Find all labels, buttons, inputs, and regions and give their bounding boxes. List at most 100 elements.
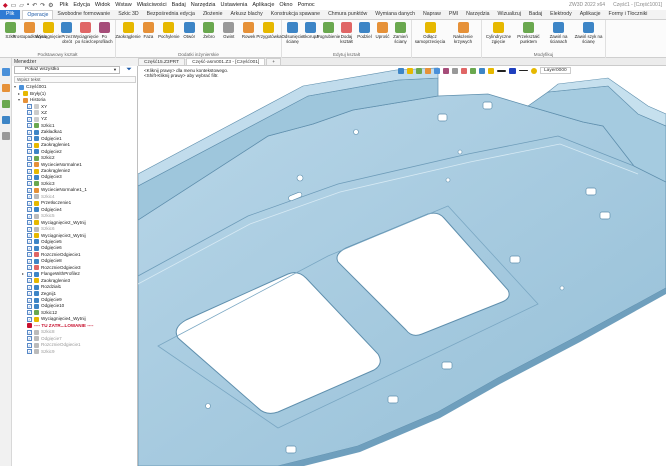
visibility-checkbox[interactable]: ✓ bbox=[27, 213, 32, 219]
expand-toggle-icon[interactable]: ▸ bbox=[18, 91, 22, 97]
view-fit-icon[interactable] bbox=[398, 67, 404, 74]
menu-item[interactable]: Badaj bbox=[172, 2, 186, 8]
ribbon-button[interactable]: Po profilach bbox=[96, 22, 113, 44]
tree-item[interactable]: ✓ Zaokrąglenie3 bbox=[14, 278, 70, 284]
visibility-checkbox[interactable]: ✓ bbox=[27, 303, 32, 309]
visibility-checkbox[interactable]: ✓ bbox=[27, 226, 32, 232]
visibility-checkbox[interactable]: ✓ bbox=[27, 187, 32, 193]
ribbon-tab[interactable]: Wizualizuj bbox=[494, 10, 525, 19]
view-grid-icon[interactable] bbox=[479, 67, 485, 74]
tree-item[interactable]: ✓ Przetłoczenie1 bbox=[14, 200, 71, 206]
tree-item[interactable]: ✓ Szkic4 bbox=[14, 194, 55, 200]
visibility-checkbox[interactable]: ✓ bbox=[27, 239, 32, 245]
ribbon-button[interactable]: Rowek bbox=[239, 22, 258, 39]
tree-item[interactable]: ✓ Odgięcie3 bbox=[14, 174, 62, 180]
ribbon-tab[interactable]: Badaj bbox=[525, 10, 546, 19]
visibility-checkbox[interactable]: ✓ bbox=[27, 316, 32, 322]
3d-viewport[interactable] bbox=[138, 66, 666, 466]
ribbon-tab[interactable]: PMI bbox=[445, 10, 462, 19]
expand-toggle-icon[interactable]: ▾ bbox=[14, 84, 18, 90]
view-section-icon[interactable] bbox=[443, 67, 449, 74]
color-swatch-icon[interactable] bbox=[509, 67, 516, 74]
view-snap-icon[interactable] bbox=[470, 67, 476, 74]
ribbon-button[interactable]: Zamień ściany bbox=[392, 22, 409, 44]
tree-item[interactable]: ✓ Odgięcie4 bbox=[14, 207, 62, 213]
visibility-checkbox[interactable]: ✓ bbox=[27, 310, 32, 316]
tree-item[interactable]: ✓ Odgięcie8 bbox=[14, 258, 62, 264]
tree-item[interactable]: ✓ Szkic6 bbox=[14, 226, 55, 232]
ribbon-button[interactable]: Zawiń na ścianach bbox=[544, 22, 573, 44]
visibility-checkbox[interactable]: ✓ bbox=[27, 336, 32, 342]
view-rotate-icon[interactable] bbox=[425, 67, 431, 74]
visibility-checkbox[interactable]: ✓ bbox=[27, 284, 32, 290]
tree-item[interactable]: ✓ Rozdział1 bbox=[14, 284, 61, 290]
visibility-checkbox[interactable]: ✓ bbox=[27, 168, 32, 174]
ribbon-button[interactable]: Zaokrąglenie bbox=[115, 22, 141, 39]
expand-toggle-icon[interactable]: ▾ bbox=[18, 97, 22, 103]
view-orient-icon[interactable] bbox=[407, 67, 413, 74]
tree-item[interactable]: ▸ Bryły(1) bbox=[14, 90, 46, 97]
tree-item[interactable]: ✓ Odgięcie1 bbox=[14, 136, 62, 142]
visibility-checkbox[interactable]: ✓ bbox=[27, 194, 32, 200]
view-manager-icon[interactable] bbox=[2, 100, 10, 108]
ribbon-button[interactable]: Odsunięcie ścianę bbox=[282, 22, 303, 44]
ribbon-button[interactable]: Pochylenie bbox=[158, 22, 180, 39]
visibility-checkbox[interactable]: ✓ bbox=[27, 342, 32, 348]
menu-item[interactable]: Plik bbox=[60, 2, 69, 8]
menu-item[interactable]: Edycja bbox=[73, 2, 90, 8]
visibility-checkbox[interactable]: ✓ bbox=[27, 110, 32, 116]
tree-item[interactable]: ▸ ✓ FlangeWithProfile2 bbox=[14, 271, 80, 277]
visibility-checkbox[interactable]: ✓ bbox=[27, 129, 32, 135]
visibility-checkbox[interactable]: ✓ bbox=[27, 271, 32, 277]
tree-item[interactable]: ✓ Szkic8 bbox=[14, 329, 55, 335]
ribbon-tab[interactable]: Swobodne formowanie bbox=[53, 10, 114, 19]
filter-icon[interactable]: ⏷ bbox=[124, 66, 134, 74]
tree-item[interactable]: ✓ Wyciągnięcie2_Wytnij bbox=[14, 219, 86, 226]
settings-icon[interactable]: ⚙ bbox=[48, 2, 53, 9]
view-zoom-icon[interactable] bbox=[416, 67, 422, 74]
undo-icon[interactable]: ↶ bbox=[32, 2, 37, 9]
ribbon-button[interactable]: Faza bbox=[139, 22, 158, 39]
visibility-checkbox[interactable]: ✓ bbox=[27, 233, 32, 239]
visibility-checkbox[interactable]: ✓ bbox=[27, 278, 32, 284]
ribbon-button[interactable]: Zawiń szyk na ścianę bbox=[574, 22, 603, 44]
tree-item[interactable]: ✓ WyciecieNormalne1_1 bbox=[14, 187, 87, 193]
ribbon-tab[interactable]: Plik bbox=[0, 10, 21, 19]
menu-item[interactable]: Pomoc bbox=[298, 2, 315, 8]
tree-item[interactable]: ✓ Szkic12 bbox=[14, 310, 57, 316]
ribbon-button[interactable]: Żebro bbox=[200, 22, 219, 39]
visibility-checkbox[interactable]: ✓ bbox=[27, 220, 32, 226]
document-tab[interactable]: Część15.Z3PRT bbox=[138, 58, 186, 65]
ribbon-button[interactable]: Przekształć punktem bbox=[514, 22, 543, 44]
visibility-checkbox[interactable]: ✓ bbox=[27, 297, 32, 303]
visibility-checkbox[interactable]: ✓ bbox=[27, 181, 32, 187]
visibility-checkbox[interactable]: ✓ bbox=[27, 329, 32, 335]
visibility-checkbox[interactable]: ✓ bbox=[27, 104, 32, 110]
ribbon-tab[interactable]: Aplikacje bbox=[576, 10, 605, 19]
tree-item[interactable]: ✓ Odgięcie5 bbox=[14, 239, 62, 245]
visibility-checkbox[interactable]: ✓ bbox=[27, 245, 32, 251]
tree-item[interactable]: ✓ Odgięcie10 bbox=[14, 303, 64, 309]
visibility-checkbox[interactable]: ✓ bbox=[27, 136, 32, 142]
tree-item[interactable]: ✓ Szkic9 bbox=[14, 348, 55, 355]
tree-item[interactable]: ✓ Wyciągnięcie4_Wytnij bbox=[14, 316, 86, 322]
tree-item[interactable]: ✓ XZ bbox=[14, 110, 47, 116]
settings-manager-icon[interactable] bbox=[2, 132, 10, 140]
ribbon-button[interactable]: Uprość bbox=[374, 22, 391, 39]
tree-item[interactable]: ✓ Zaokrąglenie2 bbox=[14, 168, 70, 174]
save-icon[interactable]: ▪ bbox=[27, 2, 29, 8]
tree-item[interactable]: ✓ Wyciągnięcie3_Wytnij bbox=[14, 232, 86, 239]
ribbon-tab[interactable]: Arkusz blachy bbox=[226, 10, 266, 19]
ribbon-tab[interactable]: Bezpośrednia edycja bbox=[143, 10, 199, 19]
visibility-checkbox[interactable]: ✓ bbox=[27, 349, 32, 355]
tree-item[interactable]: ✓ Zegnij1 bbox=[14, 290, 56, 297]
ribbon-tab[interactable]: Szkic 3D bbox=[114, 10, 142, 19]
tree-item[interactable]: ✓ Szkic5 bbox=[14, 213, 55, 219]
ribbon-tab[interactable]: Konstrukcja spawane bbox=[267, 10, 324, 19]
tree-item[interactable]: ✓ RozcznieOdgiecie1 bbox=[14, 252, 81, 258]
line-weight-icon[interactable] bbox=[519, 70, 528, 71]
ribbon-tab[interactable]: Chmura punktów bbox=[324, 10, 371, 19]
line-style-icon[interactable] bbox=[497, 69, 506, 72]
ribbon-tab[interactable]: Złożenie bbox=[199, 10, 227, 19]
ribbon-button[interactable]: Cylindryczne zgięcie bbox=[484, 22, 513, 44]
